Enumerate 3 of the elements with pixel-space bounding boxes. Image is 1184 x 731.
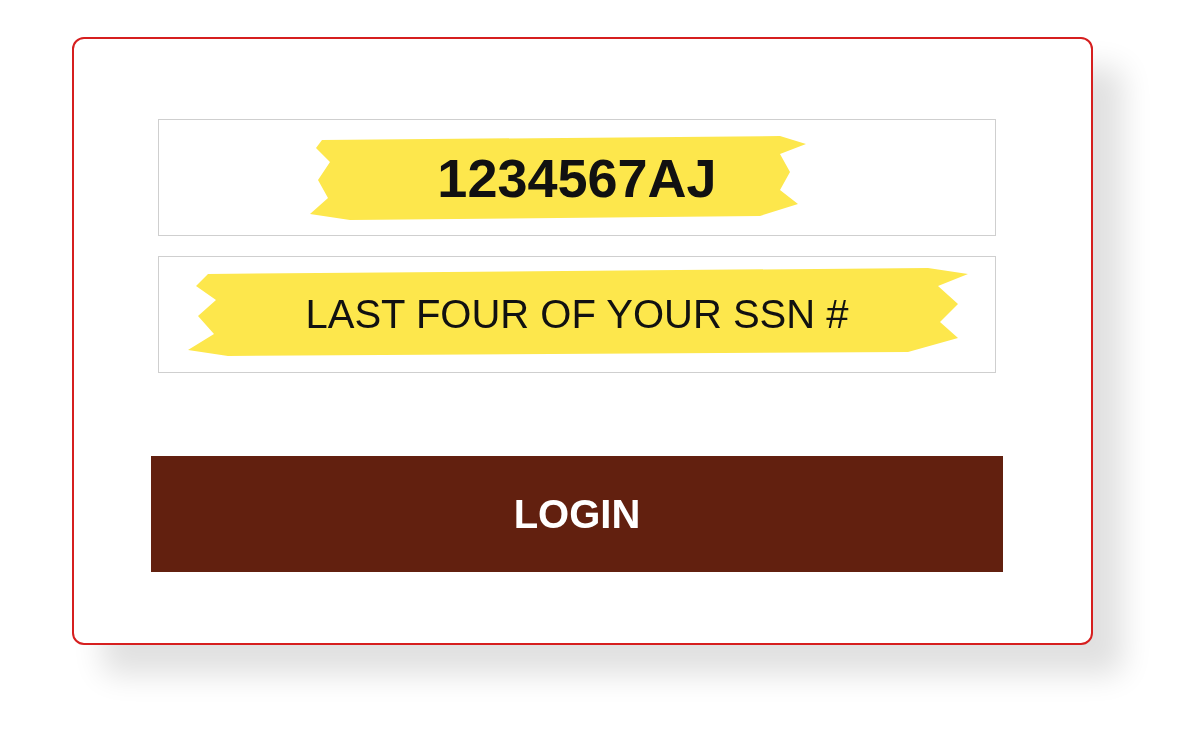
login-button[interactable]: LOGIN [151, 456, 1003, 572]
input-field[interactable]: LAST FOUR OF YOUR SSN # [158, 256, 996, 373]
input-field[interactable]: 1234567AJ [158, 119, 996, 236]
